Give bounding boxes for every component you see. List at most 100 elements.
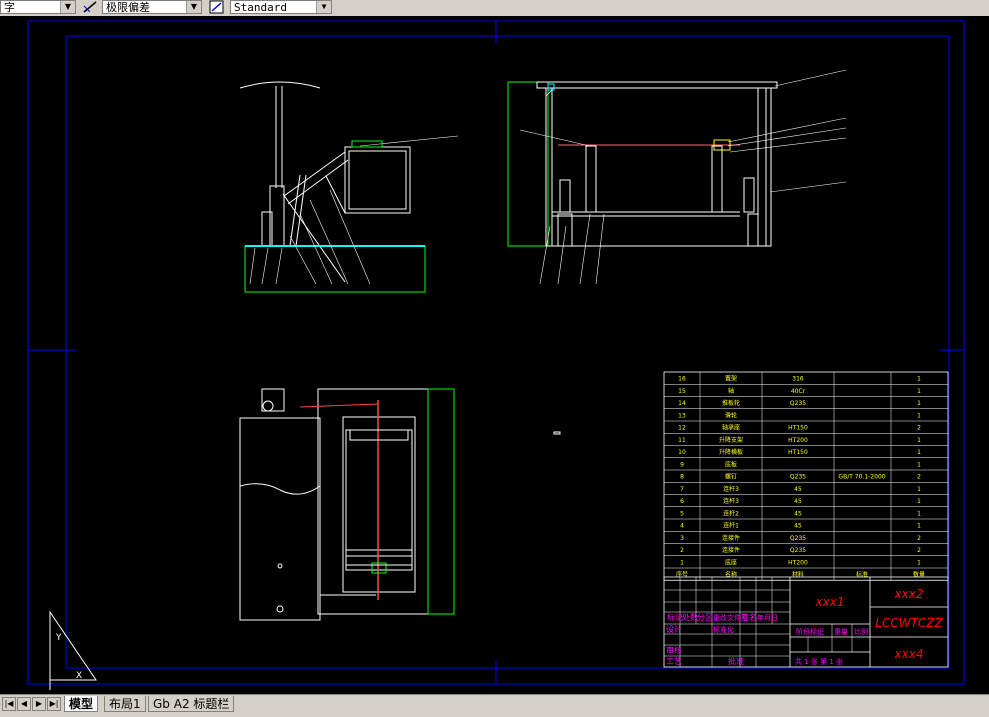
bom-row-qty: 1 [917,523,921,530]
table-style-combo[interactable]: Standard ▼ [230,0,332,14]
bom-row-qty: 1 [917,461,921,468]
bom-row-qty: 2 [917,474,921,481]
bom-row-name: 升降支架 [719,436,743,444]
bom-row-name: 推板轮 [722,399,740,407]
tb-label-sheets: 共 1 张 第 1 张 [795,657,843,666]
tb-label-design: 设计 [666,624,682,634]
layout-tab-bar: |◀ ◀ ▶ ▶| 模型 布局1 Gb A2 标题栏 [0,694,989,717]
bom-row-code: Q235 [790,400,806,407]
bom-row-code: 40Cr [791,388,806,395]
bom-row-name: 连杆2 [723,509,739,517]
bom-row-code: Q235 [790,535,806,542]
bom-row-qty: 1 [917,376,921,383]
prev-tab-button[interactable]: ◀ [17,697,31,711]
bom-row-no: 5 [680,510,684,517]
bom-row-name: 连杆3 [723,485,739,493]
bom-row-no: 8 [680,474,684,481]
chevron-down-icon[interactable]: ▼ [186,1,201,13]
text-style-value: 字 [4,1,15,14]
bom-row-qty: 2 [917,535,921,542]
front-view [239,81,459,293]
tb-label-scale: 比例 [854,627,868,636]
tb-label-sign: 签名 [741,612,757,622]
bom-row-std: GB/T 70.1-2000 [838,474,885,481]
chevron-down-icon[interactable]: ▼ [60,1,75,13]
bom-row-qty: 1 [917,486,921,493]
bom-row-no: 12 [678,425,686,432]
bom-row-qty: 1 [917,400,921,407]
ucs-icon: Y X [49,610,97,690]
bom-row-code: 45 [794,486,802,493]
tab-model[interactable]: 模型 [64,696,99,712]
tb-field4: xxx4 [894,647,924,661]
bom-row-name: 底板 [725,460,737,468]
bom-row-code: HT150 [788,425,808,432]
tb-label-weight: 重量 [834,628,848,636]
title-block-texts: 标记 处数 分区 更改文件号 签名 年月日 设计 标准化 审核 工艺 批准 阶段… [666,587,944,666]
table-style-icon[interactable] [209,0,225,14]
bom-row-qty: 2 [917,547,921,554]
bom-row-name: 滑轮 [725,411,737,419]
bom-row-code: HT150 [788,449,808,456]
tb-label-count: 处数 [682,612,698,622]
tb-field1: xxx1 [815,595,845,609]
styles-toolbar: 字 ▼ 极限偏差 ▼ Standard ▼ [0,0,989,17]
bom-row-name: 置架 [725,375,737,383]
bom-row-name: 升降横板 [719,448,743,456]
paper-border [27,20,965,685]
tb-label-mark: 标记 [667,612,683,622]
next-tab-button[interactable]: ▶ [32,697,46,711]
tb-label-stage: 阶段标记 [796,627,824,636]
bom-row-no: 3 [680,535,684,542]
bom-row-no: 16 [678,376,686,383]
bom-row-no: 1 [680,559,684,566]
bom-row-name: 轴 [728,387,734,395]
last-tab-button[interactable]: ▶| [47,697,61,711]
bom-row-qty: 1 [917,559,921,566]
bom-row-name: 连接件 [722,546,740,554]
tab-layout1[interactable]: 布局1 [104,696,146,712]
drawing-canvas[interactable]: 16 置架 316 1 15 轴 40Cr 1 14 推板轮 Q235 1 13 滑轮 1 12 轴承座 HT15… [0,16,989,694]
cad-drawing: 16 置架 316 115 轴 40Cr 114 推板轮 Q235 113 滑轮 112 轴承座 HT15… [27,20,965,690]
bom-row-code: Q235 [790,474,806,481]
tb-label-standard: 标准化 [713,625,734,634]
bom-row-name: 连接件 [722,534,740,542]
bom-row-qty: 1 [917,388,921,395]
dim-style-value: 极限偏差 [106,1,150,14]
bom-row-code: 45 [794,523,802,530]
bom-row-no: 2 [680,547,684,554]
bom-row-no: 15 [678,388,686,395]
first-tab-button[interactable]: |◀ [2,697,16,711]
bom-row-no: 6 [680,498,684,505]
bom-row-code: 45 [794,498,802,505]
bom-row-name: 连杆1 [723,522,739,530]
bom-row-no: 10 [678,449,686,456]
bom-row-qty: 2 [917,425,921,432]
bom-row-name: 螺钉 [725,473,737,481]
side-view [507,69,847,285]
tb-label-review: 审核 [666,645,682,655]
tb-label-date: 年月日 [757,613,778,622]
bom-row-code: 45 [794,510,802,517]
bom-row-name: 轴承座 [722,424,740,432]
bom-row-qty: 1 [917,437,921,444]
tb-label-process: 工艺 [666,657,682,666]
dim-style-combo[interactable]: 极限偏差 ▼ [102,0,202,14]
centering-marks [28,21,964,684]
top-view [239,388,561,621]
bom-table: 16 置架 316 115 轴 40Cr 114 推板轮 Q235 113 滑轮 112 轴承座 HT15… [663,371,949,581]
bom-row-qty: 1 [917,510,921,517]
bom-row-no: 11 [678,437,686,444]
bom-row-no: 7 [680,486,684,493]
chevron-down-icon[interactable]: ▼ [316,1,331,13]
text-style-combo[interactable]: 字 ▼ [0,0,76,14]
dimension-style-icon[interactable] [82,0,98,14]
bom-row-code: HT200 [788,559,808,566]
tab-layout2[interactable]: Gb A2 标题栏 [148,696,235,712]
table-style-value: Standard [234,1,287,14]
bom-row-qty: 1 [917,412,921,419]
bom-row-no: 14 [678,400,686,407]
bom-row-name: 底座 [725,558,737,566]
bom-row-code: 316 [792,376,804,383]
bom-row-code: HT200 [788,437,808,444]
